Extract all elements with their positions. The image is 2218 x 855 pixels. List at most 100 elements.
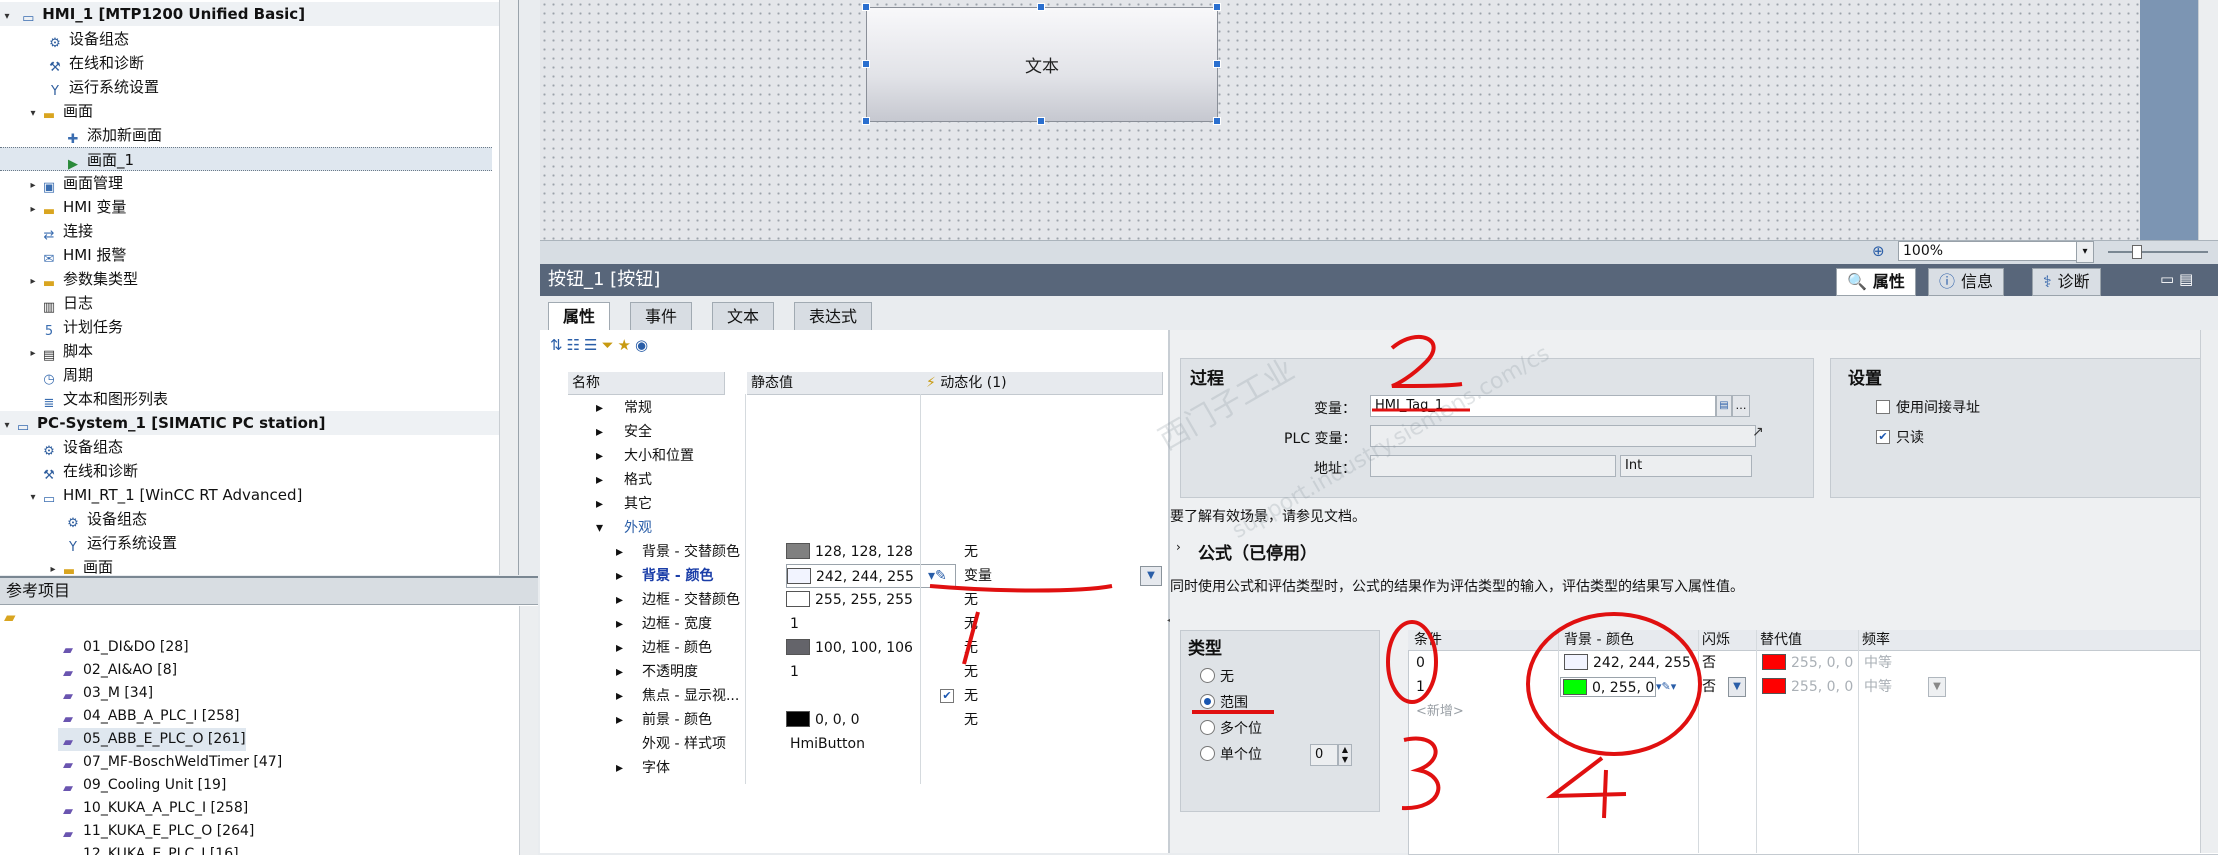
- col-condition[interactable]: 条件: [1414, 630, 1442, 650]
- expand-icon[interactable]: ▸: [616, 612, 623, 636]
- tree-view-icon[interactable]: ☷: [567, 336, 584, 354]
- filter-icon[interactable]: ⏷: [601, 336, 617, 354]
- prop-row-border-color[interactable]: ▸ 边框 - 颜色 100, 100, 106 无: [576, 636, 1160, 660]
- type-multi-bit-radio[interactable]: [1200, 720, 1215, 735]
- expand-icon[interactable]: ▸: [46, 558, 60, 575]
- prop-row-border-width[interactable]: ▸ 边框 - 宽度 1 无: [576, 612, 1160, 636]
- type-single-bit-radio[interactable]: [1200, 746, 1215, 761]
- window-controls-icon[interactable]: ▭ ▤: [2160, 270, 2193, 288]
- color-picker-icon[interactable]: ▾✎▾: [1656, 677, 1676, 697]
- zoom-dropdown-icon[interactable]: ▾: [2076, 241, 2094, 263]
- expand-icon[interactable]: ▸: [596, 468, 603, 492]
- prop-row-appearance[interactable]: ▾ 外观: [576, 516, 1160, 540]
- resize-handle[interactable]: [1213, 60, 1221, 68]
- table-row[interactable]: 0 242, 244, 255 否 255, 0, 0 中等: [1408, 652, 2218, 674]
- canvas-scrollbar[interactable]: [2198, 0, 2218, 240]
- prop-row-bg-color[interactable]: ▸ 背景 - 颜色 242, 244, 255 ▾✎ 变量 ▼: [576, 564, 1162, 588]
- zoom-select[interactable]: 100%: [1898, 241, 2081, 261]
- tab-properties[interactable]: 属性: [548, 302, 611, 332]
- eye-icon[interactable]: ◉: [635, 336, 652, 354]
- expand-icon[interactable]: ▸: [596, 492, 603, 516]
- expand-icon[interactable]: ▸: [596, 420, 603, 444]
- add-new-row[interactable]: <新增>: [1416, 702, 1464, 722]
- favorite-icon[interactable]: ★: [618, 336, 635, 354]
- prop-row-font[interactable]: ▸ 字体: [576, 756, 1160, 780]
- type-none-radio[interactable]: [1200, 668, 1215, 683]
- reference-item[interactable]: ▰ 07_MF-BoschWeldTimer [47]: [58, 751, 282, 774]
- zoom-slider[interactable]: [2108, 251, 2208, 253]
- zoom-slider-thumb[interactable]: [2132, 245, 2142, 259]
- expand-icon[interactable]: ▸: [616, 684, 623, 708]
- focus-visual-checkbox[interactable]: ✔: [940, 689, 954, 703]
- expand-icon[interactable]: ▸: [26, 342, 40, 366]
- tree-item-logs[interactable]: ▥ 日志: [40, 291, 518, 315]
- col-static-value[interactable]: 静态值: [747, 372, 923, 395]
- sort-icon[interactable]: ⇅: [550, 336, 567, 354]
- address-input[interactable]: [1370, 455, 1616, 477]
- blink-dropdown-icon[interactable]: ▼: [1728, 677, 1746, 697]
- collapse-icon[interactable]: ▾: [26, 486, 40, 510]
- col-name[interactable]: 名称: [568, 372, 725, 395]
- expand-icon[interactable]: ▸: [616, 756, 623, 780]
- tree-item-screen-mgmt[interactable]: ▸ ▣ 画面管理: [26, 171, 518, 195]
- col-alt-value[interactable]: 替代值: [1760, 630, 1802, 650]
- reference-item[interactable]: ▰ 05_ABB_E_PLC_O [261]: [58, 728, 246, 751]
- expand-icon[interactable]: ▸: [616, 660, 623, 684]
- color-swatch[interactable]: [786, 591, 810, 607]
- reference-item[interactable]: ▰ 09_Cooling Unit [19]: [58, 774, 226, 797]
- tag-input[interactable]: HMI_Tag_1: [1370, 395, 1716, 417]
- expand-icon[interactable]: ▸: [616, 636, 623, 660]
- prop-row-format[interactable]: ▸ 格式: [576, 468, 1160, 492]
- color-swatch[interactable]: [786, 543, 810, 559]
- tag-browse-button[interactable]: …: [1732, 395, 1750, 417]
- goto-arrow-icon[interactable]: ↗: [1752, 424, 1764, 440]
- plc-tag-input[interactable]: [1370, 425, 1756, 447]
- tree-item-add-screen[interactable]: ✚ 添加新画面: [64, 123, 518, 147]
- frequency-dropdown-icon[interactable]: ▼: [1928, 677, 1946, 697]
- tree-item-hmi-1[interactable]: ▾ ▭ HMI_1 [MTP1200 Unified Basic]: [0, 2, 500, 26]
- tree-item-rt-screens[interactable]: ▸ ▬ 画面: [46, 555, 518, 575]
- color-swatch[interactable]: [787, 568, 811, 584]
- expand-icon[interactable]: ▸: [616, 588, 623, 612]
- reference-item[interactable]: ▰ 03_M [34]: [58, 682, 153, 705]
- config-scrollbar[interactable]: [2200, 330, 2218, 853]
- tree-item-online-diag[interactable]: ⚒ 在线和诊断: [46, 51, 518, 75]
- tab-inspector-info[interactable]: ⓘ 信息: [1928, 268, 2005, 296]
- color-swatch[interactable]: [1762, 654, 1786, 670]
- resize-handle[interactable]: [862, 117, 870, 125]
- col-dynamization[interactable]: ⚡ 动态化 (1): [922, 372, 1163, 395]
- type-range-radio[interactable]: [1200, 694, 1215, 709]
- color-swatch[interactable]: [786, 711, 810, 727]
- collapse-icon[interactable]: ▾: [26, 102, 40, 126]
- resize-handle[interactable]: [1037, 117, 1045, 125]
- tree-item-text-lists[interactable]: ≣ 文本和图形列表: [40, 387, 518, 411]
- expand-icon[interactable]: ▸: [616, 708, 623, 732]
- bit-number-input[interactable]: 0: [1310, 744, 1338, 766]
- tree-item-scripts[interactable]: ▸ ▤ 脚本: [26, 339, 518, 366]
- tag-list-icon[interactable]: ▤: [1716, 395, 1732, 417]
- dynamization-dropdown-icon[interactable]: ▼: [1140, 566, 1162, 586]
- hmi-button-widget[interactable]: 文本: [866, 7, 1218, 122]
- prop-row-bg-alt-color[interactable]: ▸ 背景 - 交替颜色 128, 128, 128 无: [576, 540, 1160, 564]
- list-view-icon[interactable]: ☰: [584, 336, 601, 354]
- tree-item-rt-runtime-settings[interactable]: Y 运行系统设置: [64, 531, 518, 555]
- tree-item-cycles[interactable]: ◷ 周期: [40, 363, 518, 387]
- tree-item-device-config[interactable]: ⚙ 设备组态: [46, 27, 518, 51]
- col-bg-color[interactable]: 背景 - 颜色: [1564, 630, 1634, 650]
- tree-item-param-types[interactable]: ▸ ▬ 参数集类型: [26, 267, 518, 291]
- tab-inspector-diagnostics[interactable]: ⚕ 诊断: [2032, 268, 2101, 296]
- tree-item-pc-device-config[interactable]: ⚙ 设备组态: [40, 435, 518, 459]
- tree-item-runtime-settings[interactable]: Y 运行系统设置: [46, 75, 518, 99]
- resize-handle[interactable]: [1213, 117, 1221, 125]
- readonly-checkbox[interactable]: ✔: [1876, 430, 1890, 444]
- prop-row-size-position[interactable]: ▸ 大小和位置: [576, 444, 1160, 468]
- resize-handle[interactable]: [862, 3, 870, 11]
- col-blink[interactable]: 闪烁: [1702, 630, 1730, 650]
- color-picker-icon[interactable]: ▾✎: [928, 564, 947, 588]
- expand-icon[interactable]: ▸: [596, 444, 603, 468]
- reference-item[interactable]: ▰ 04_ABB_A_PLC_I [258]: [58, 705, 239, 728]
- prop-row-border-alt-color[interactable]: ▸ 边框 - 交替颜色 255, 255, 255 无: [576, 588, 1160, 612]
- zoom-icon[interactable]: ⊕: [1872, 242, 1885, 260]
- reference-item[interactable]: ▰ 02_AI&AO [8]: [58, 659, 177, 682]
- screen-canvas[interactable]: [540, 0, 2140, 243]
